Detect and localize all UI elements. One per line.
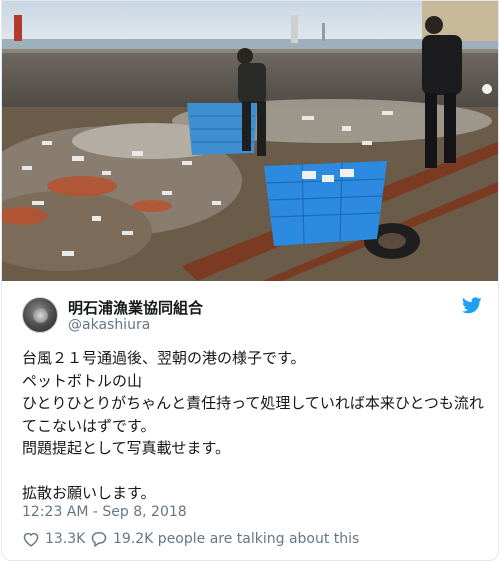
tweet-text: 台風２１号通過後、翌朝の港の様子です。 ペットボトルの山 ひとりひとりがちゃんと… bbox=[22, 349, 484, 502]
avatar-image-detail bbox=[32, 308, 49, 323]
author-display-name[interactable]: 明石浦漁業協同組合 bbox=[68, 297, 203, 318]
tweet-timestamp[interactable]: 12:23 AM - Sep 8, 2018 bbox=[22, 504, 187, 520]
conversation-action[interactable]: 19.2K people are talking about this bbox=[90, 531, 359, 547]
author-handle[interactable]: @akashiura bbox=[68, 317, 150, 333]
twitter-bird-icon[interactable] bbox=[462, 297, 482, 314]
like-count: 13.3K bbox=[45, 531, 86, 547]
heart-icon bbox=[23, 532, 39, 547]
conversation-count-text: 19.2K people are talking about this bbox=[113, 531, 360, 547]
tweet-card[interactable]: 明石浦漁業協同組合 @akashiura 台風２１号通過後、翌朝の港の様子です。… bbox=[1, 0, 499, 561]
speech-bubble-icon bbox=[91, 532, 107, 547]
tweet-header: 明石浦漁業協同組合 @akashiura bbox=[22, 293, 482, 337]
tweet-photo[interactable] bbox=[2, 1, 498, 281]
like-action[interactable]: 13.3K bbox=[22, 531, 85, 547]
avatar[interactable] bbox=[22, 297, 58, 333]
